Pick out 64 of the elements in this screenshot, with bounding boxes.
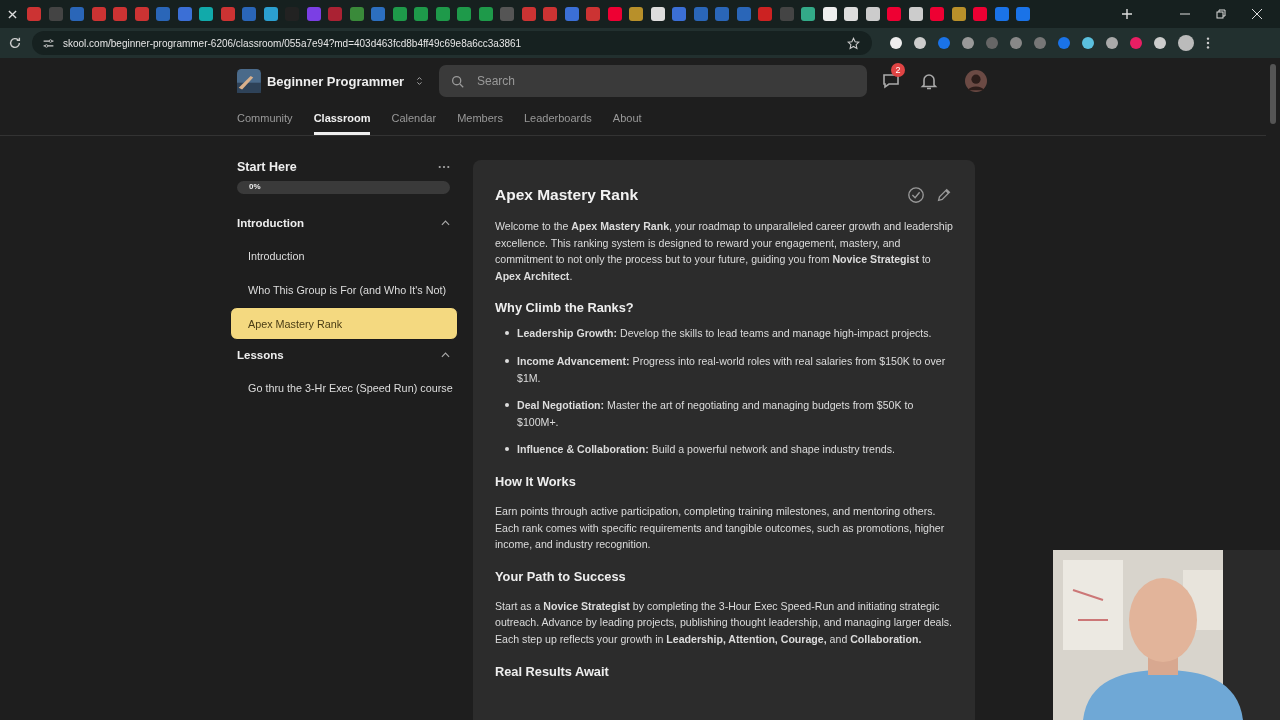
bullet-icon bbox=[505, 403, 509, 408]
list-item: Influence & Collaboration: Build a powerful network and shape industry trends. bbox=[517, 442, 895, 458]
switch-group-icon[interactable] bbox=[416, 75, 423, 87]
tab-favicon-icon[interactable] bbox=[951, 7, 966, 21]
notification-count: 2 bbox=[891, 63, 905, 77]
nav-tab[interactable]: Community bbox=[237, 104, 293, 135]
menu-icon[interactable] bbox=[1206, 36, 1210, 50]
tab-favicon-icon[interactable] bbox=[865, 7, 880, 21]
extension-icon[interactable] bbox=[914, 37, 926, 49]
tab-favicon-icon[interactable] bbox=[650, 7, 665, 21]
address-bar[interactable]: skool.com/beginner-programmer-6206/classroom/055a7e94?md=403d463fcd8b4ff49c69e8a6cc3a3861 bbox=[32, 31, 872, 55]
list-item: Income Advancement: Progress into real-world roles with real salaries from $150K to over $1M. bbox=[517, 353, 947, 386]
group-logo-icon[interactable] bbox=[237, 67, 261, 95]
bullet-icon bbox=[505, 331, 509, 336]
section-header[interactable]: Lessons bbox=[230, 346, 458, 364]
progress-reading: 0% bbox=[249, 182, 261, 191]
lesson-item[interactable]: Go thru the 3-Hr Exec (Speed Run) course bbox=[230, 371, 458, 404]
lesson-item[interactable]: Who This Group is For (and Who It's Not) bbox=[230, 273, 458, 306]
extension-icon[interactable] bbox=[1106, 37, 1118, 49]
tab-favicon-icon[interactable] bbox=[908, 7, 923, 21]
extension-icon[interactable] bbox=[962, 37, 974, 49]
chat-icon[interactable] bbox=[881, 71, 901, 91]
course-title: Start Here bbox=[237, 160, 297, 174]
bullet-icon bbox=[505, 447, 509, 452]
tab-favicon-icon[interactable] bbox=[822, 7, 837, 21]
nav-tab[interactable]: About bbox=[612, 104, 642, 135]
list-item: Deal Negotiation: Master the art of negotiating and managing budgets from $50K to $100M+. bbox=[517, 398, 915, 430]
section-heading: How It Works bbox=[495, 473, 577, 489]
bell-icon[interactable] bbox=[919, 71, 939, 91]
section-heading: Why Climb the Ranks? bbox=[495, 300, 635, 316]
star-icon[interactable] bbox=[847, 36, 860, 50]
nav-tab[interactable]: Leaderboards bbox=[523, 104, 592, 135]
lesson-item[interactable]: Introduction bbox=[230, 239, 458, 272]
paragraph: Earn points through active participation, completing training milestones, and mentoring others. Each rank comes with specific requirements and tangible outcomes, such as promotions, higher income, and industry recognition. bbox=[495, 503, 946, 553]
group-name[interactable]: Beginner Programmer bbox=[266, 73, 405, 89]
section-heading: Your Path to Success bbox=[495, 568, 627, 584]
nav-tab[interactable]: Calendar bbox=[391, 104, 437, 135]
paragraph: Welcome to the Apex Mastery Rank, your roadmap to unparalleled career growth and leadership excellence. This ranking system is designed to reward your engagement, mastery, and commitment to not only the process but to your future, guiding you from Novice Strategist to Apex Architect. bbox=[495, 219, 953, 284]
nav-tab[interactable]: Members bbox=[457, 104, 503, 135]
profile-avatar[interactable] bbox=[1178, 35, 1194, 51]
extension-icon[interactable] bbox=[890, 37, 902, 49]
bullet-icon bbox=[505, 358, 509, 363]
lesson-title: Apex Mastery Rank bbox=[495, 186, 639, 204]
list-item: Leadership Growth: Develop the skills to lead teams and manage high-impact projects. bbox=[517, 326, 932, 342]
close-icon[interactable] bbox=[1252, 9, 1262, 19]
paragraph: Start as a Novice Strategist by completing the 3-Hour Exec Speed-Run and initiating strategic outreach. Advance by leading projects, publishing thought leadership, and managing larger deals. Each step up reflects your growth in Leadership, Attention, Courage, and Collaboration. bbox=[495, 598, 953, 647]
section-header[interactable]: Introduction bbox=[230, 214, 458, 232]
search-icon bbox=[451, 75, 464, 88]
restore-icon[interactable] bbox=[1216, 9, 1226, 19]
site-settings-icon[interactable] bbox=[42, 36, 55, 50]
edit-icon[interactable] bbox=[935, 186, 953, 204]
scrollbar-thumb[interactable] bbox=[1270, 64, 1276, 124]
extension-icon[interactable] bbox=[1082, 37, 1094, 49]
search-field[interactable]: Search bbox=[439, 65, 867, 97]
more-icon[interactable] bbox=[438, 165, 450, 169]
reload-icon[interactable] bbox=[8, 36, 22, 50]
extension-icon[interactable] bbox=[1154, 37, 1166, 49]
user-avatar[interactable] bbox=[965, 70, 987, 92]
new-tab-icon[interactable] bbox=[1122, 9, 1132, 19]
nav-tab[interactable]: Classroom bbox=[313, 104, 371, 135]
close-icon[interactable] bbox=[8, 9, 17, 19]
section-heading: Real Results Await bbox=[495, 663, 610, 679]
check-circle-icon[interactable] bbox=[907, 186, 925, 204]
lesson-item[interactable]: Apex Mastery Rank bbox=[230, 307, 458, 340]
